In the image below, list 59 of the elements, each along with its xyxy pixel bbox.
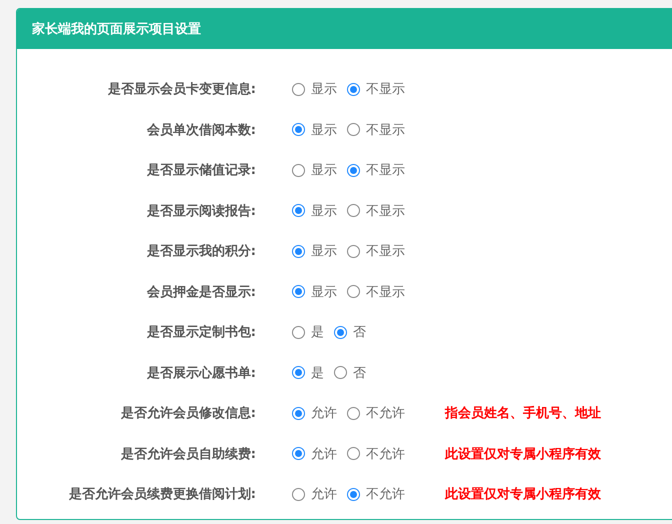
radio-button[interactable] bbox=[347, 488, 360, 501]
radio-option[interactable]: 显示 bbox=[292, 161, 337, 180]
radio-option[interactable]: 不显示 bbox=[347, 161, 405, 180]
radio-button[interactable] bbox=[334, 366, 347, 380]
setting-label: 会员押金是否显示: bbox=[146, 284, 256, 301]
radio-option[interactable]: 不显示 bbox=[347, 202, 405, 220]
radio-button[interactable] bbox=[347, 406, 360, 420]
radio-button[interactable] bbox=[292, 204, 305, 218]
radio-button[interactable] bbox=[347, 285, 360, 298]
setting-note: 指会员姓名、手机号、地址 bbox=[445, 404, 601, 422]
panel-title: 家长端我的页面展示项目设置 bbox=[32, 20, 201, 38]
radio-button[interactable] bbox=[292, 488, 305, 501]
radio-option[interactable]: 不显示 bbox=[347, 282, 405, 301]
radio-option[interactable]: 不显示 bbox=[347, 120, 405, 139]
setting-label: 是否显示我的积分: bbox=[146, 243, 256, 260]
radio-button[interactable] bbox=[334, 326, 347, 339]
radio-option[interactable]: 显示 bbox=[292, 80, 337, 98]
radio-button[interactable] bbox=[292, 366, 305, 380]
radio-option[interactable]: 显示 bbox=[292, 282, 337, 301]
radio-option[interactable]: 否 bbox=[334, 364, 366, 382]
setting-label: 是否显示定制书包: bbox=[146, 324, 256, 342]
radio-option[interactable]: 显示 bbox=[292, 242, 337, 260]
radio-button[interactable] bbox=[347, 164, 360, 177]
radio-button[interactable] bbox=[292, 406, 305, 420]
radio-button[interactable] bbox=[292, 164, 305, 177]
setting-note: 此设置仅对专属小程序有效 bbox=[445, 446, 601, 463]
setting-label: 是否显示阅读报告: bbox=[146, 202, 256, 220]
setting-label: 是否显示储值记录: bbox=[146, 162, 256, 180]
radio-button[interactable] bbox=[347, 447, 360, 460]
radio-button[interactable] bbox=[292, 123, 305, 136]
setting-label: 是否展示心愿书单: bbox=[146, 364, 256, 382]
setting-label: 是否显示会员卡变更信息: bbox=[106, 80, 256, 98]
radio-button[interactable] bbox=[292, 447, 305, 460]
radio-option[interactable]: 允许 bbox=[292, 485, 337, 504]
radio-option[interactable]: 允许 bbox=[292, 444, 337, 463]
radio-button[interactable] bbox=[347, 82, 360, 96]
radio-button[interactable] bbox=[347, 123, 360, 136]
radio-option[interactable]: 不允许 bbox=[347, 444, 405, 463]
radio-button[interactable] bbox=[292, 326, 305, 339]
radio-button[interactable] bbox=[292, 285, 305, 298]
setting-label: 是否允许会员自助续费: bbox=[120, 446, 256, 463]
radio-option[interactable]: 是 bbox=[292, 323, 324, 342]
radio-option[interactable]: 显示 bbox=[292, 120, 337, 139]
radio-button[interactable] bbox=[347, 244, 360, 258]
setting-note: 此设置仅对专属小程序有效 bbox=[445, 486, 601, 504]
radio-button[interactable] bbox=[292, 82, 305, 96]
setting-label: 会员单次借阅本数: bbox=[146, 122, 256, 139]
radio-option[interactable]: 不允许 bbox=[347, 404, 405, 422]
radio-option[interactable]: 不显示 bbox=[347, 242, 405, 260]
radio-option[interactable]: 不允许 bbox=[347, 485, 405, 504]
radio-option[interactable]: 允许 bbox=[292, 404, 337, 422]
setting-label: 是否允许会员续费更换借阅计划: bbox=[68, 486, 256, 504]
setting-label: 是否允许会员修改信息: bbox=[120, 405, 256, 422]
radio-option[interactable]: 是 bbox=[292, 364, 324, 382]
radio-option[interactable]: 不显示 bbox=[347, 80, 405, 98]
radio-option[interactable]: 否 bbox=[334, 323, 366, 342]
radio-button[interactable] bbox=[292, 244, 305, 258]
radio-option[interactable]: 显示 bbox=[292, 202, 337, 220]
radio-button[interactable] bbox=[347, 204, 360, 218]
